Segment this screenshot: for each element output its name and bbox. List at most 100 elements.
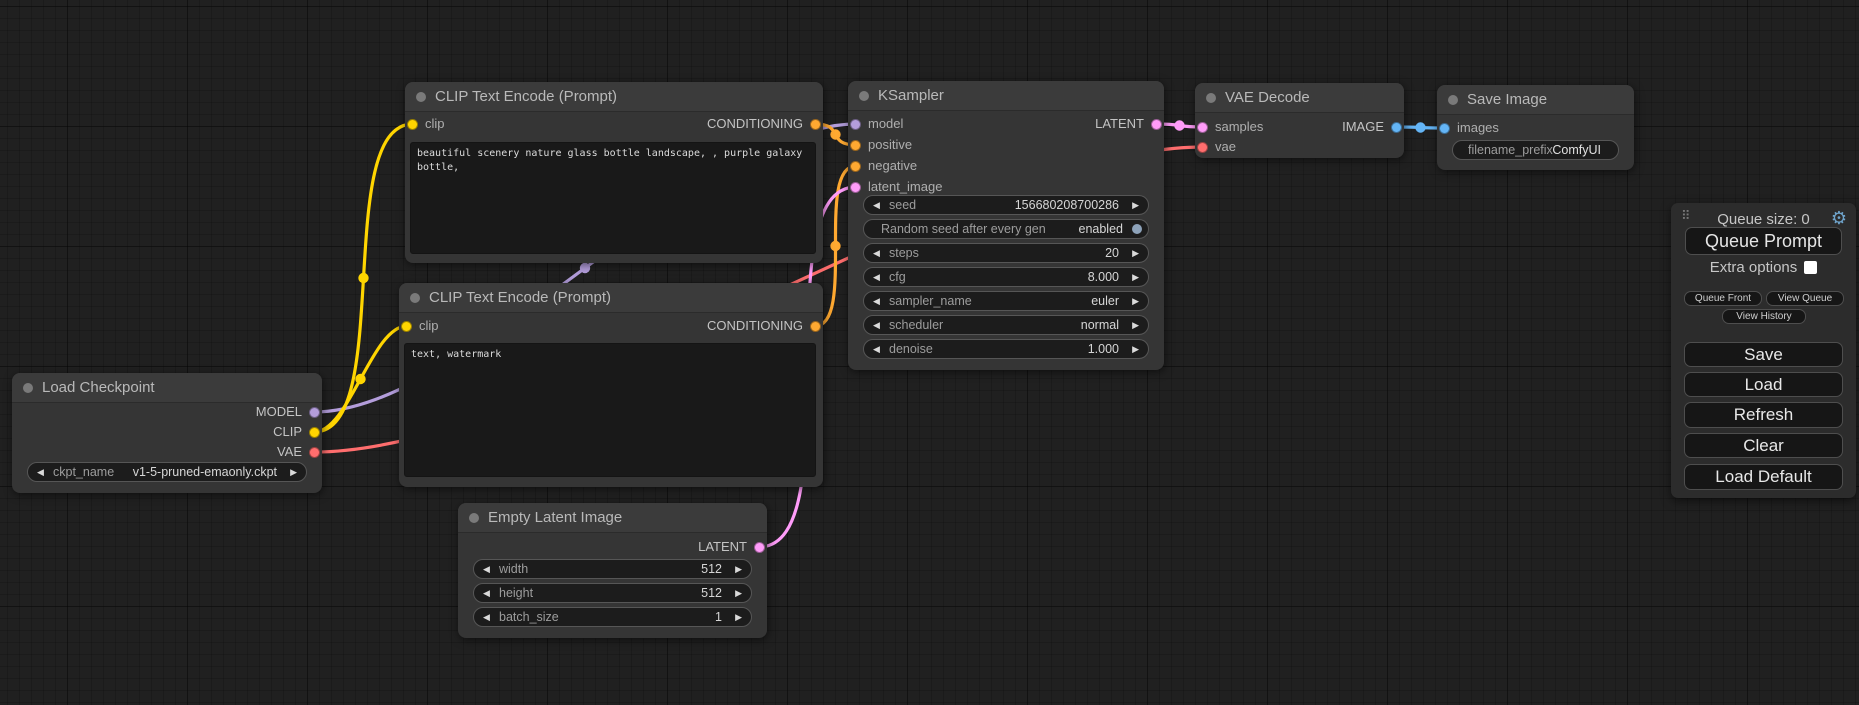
node-title-bar[interactable]: CLIP Text Encode (Prompt) [405, 82, 823, 112]
decrement-arrow-icon[interactable]: ◀ [873, 292, 880, 310]
decrement-arrow-icon[interactable]: ◀ [873, 244, 880, 262]
decrement-arrow-icon[interactable]: ◀ [483, 560, 490, 578]
view-history-button[interactable]: View History [1722, 309, 1806, 324]
widget-scheduler[interactable]: ◀schedulernormal▶ [863, 315, 1149, 335]
output-slot-CLIP[interactable] [309, 427, 320, 438]
increment-arrow-icon[interactable]: ▶ [1132, 268, 1139, 286]
widget-value: 512 [701, 584, 722, 602]
widget-steps[interactable]: ◀steps20▶ [863, 243, 1149, 263]
output-slot-CONDITIONING[interactable] [810, 321, 821, 332]
increment-arrow-icon[interactable]: ▶ [1132, 244, 1139, 262]
node-title-bar[interactable]: VAE Decode [1195, 83, 1404, 113]
node-clip-encode-1[interactable]: CLIP Text Encode (Prompt)clipCONDITIONIN… [405, 82, 823, 263]
widget-value: 20 [1105, 244, 1119, 262]
input-slot-images[interactable] [1439, 123, 1450, 134]
node-load-checkpoint[interactable]: Load CheckpointMODELCLIPVAE◀ckpt_namev1-… [12, 373, 322, 493]
decrement-arrow-icon[interactable]: ◀ [873, 340, 880, 358]
node-clip-encode-2[interactable]: CLIP Text Encode (Prompt)clipCONDITIONIN… [399, 283, 823, 487]
input-slot-model[interactable] [850, 119, 861, 130]
increment-arrow-icon[interactable]: ▶ [1132, 340, 1139, 358]
input-slot-clip[interactable] [401, 321, 412, 332]
input-slot-vae[interactable] [1197, 142, 1208, 153]
node-title: CLIP Text Encode (Prompt) [429, 283, 611, 312]
collapse-dot-icon[interactable] [1448, 95, 1458, 105]
node-title: KSampler [878, 81, 944, 110]
widget-label: denoise [889, 340, 933, 358]
increment-arrow-icon[interactable]: ▶ [735, 584, 742, 602]
collapse-dot-icon[interactable] [410, 293, 420, 303]
input-slot-positive[interactable] [850, 140, 861, 151]
output-slot-label: LATENT [698, 539, 747, 555]
link-midpoint-dot [1174, 120, 1184, 130]
output-slot-VAE[interactable] [309, 447, 320, 458]
output-slot-IMAGE[interactable] [1391, 122, 1402, 133]
collapse-dot-icon[interactable] [23, 383, 33, 393]
output-slot-MODEL[interactable] [309, 407, 320, 418]
widget-batch-size[interactable]: ◀batch_size1▶ [473, 607, 752, 627]
node-empty-latent[interactable]: Empty Latent ImageLATENT◀width512▶◀heigh… [458, 503, 767, 638]
decrement-arrow-icon[interactable]: ◀ [873, 316, 880, 334]
widget-random-seed-after-every-gen[interactable]: Random seed after every genenabled [863, 219, 1149, 239]
widget-height[interactable]: ◀height512▶ [473, 583, 752, 603]
toggle-indicator-icon[interactable] [1132, 224, 1142, 234]
refresh-button[interactable]: Refresh [1684, 402, 1843, 428]
node-title-bar[interactable]: Load Checkpoint [12, 373, 322, 403]
node-title-bar[interactable]: Save Image [1437, 85, 1634, 115]
collapse-dot-icon[interactable] [1206, 93, 1216, 103]
widget-label: scheduler [889, 316, 943, 334]
load-default-button[interactable]: Load Default [1684, 464, 1843, 490]
collapse-dot-icon[interactable] [859, 91, 869, 101]
widget-width[interactable]: ◀width512▶ [473, 559, 752, 579]
clear-button[interactable]: Clear [1684, 433, 1843, 458]
input-slot-label: latent_image [868, 179, 942, 195]
view-queue-button[interactable]: View Queue [1766, 291, 1844, 306]
load-button[interactable]: Load [1684, 372, 1843, 397]
increment-arrow-icon[interactable]: ▶ [1132, 316, 1139, 334]
input-slot-negative[interactable] [850, 161, 861, 172]
queue-front-button[interactable]: Queue Front [1684, 291, 1762, 306]
node-title-bar[interactable]: KSampler [848, 81, 1164, 111]
output-slot-CONDITIONING[interactable] [810, 119, 821, 130]
output-slot-LATENT[interactable] [754, 542, 765, 553]
widget-seed[interactable]: ◀seed156680208700286▶ [863, 195, 1149, 215]
widget-denoise[interactable]: ◀denoise1.000▶ [863, 339, 1149, 359]
decrement-arrow-icon[interactable]: ◀ [483, 584, 490, 602]
node-title-bar[interactable]: CLIP Text Encode (Prompt) [399, 283, 823, 313]
input-slot-samples[interactable] [1197, 122, 1208, 133]
node-save-image[interactable]: Save Imageimagesfilename_prefixComfyUI [1437, 85, 1634, 170]
widget-cfg[interactable]: ◀cfg8.000▶ [863, 267, 1149, 287]
widget-filename-prefix[interactable]: filename_prefixComfyUI [1452, 140, 1619, 160]
gear-icon[interactable]: ⚙ [1831, 208, 1847, 229]
widget-ckpt-name[interactable]: ◀ckpt_namev1-5-pruned-emaonly.ckpt▶ [27, 462, 307, 482]
queue-panel: ⠿ Queue size: 0 ⚙ Queue Prompt Extra opt… [1671, 203, 1856, 498]
input-slot-latent_image[interactable] [850, 182, 861, 193]
queue-prompt-button[interactable]: Queue Prompt [1685, 227, 1842, 255]
node-vae-decode[interactable]: VAE DecodesamplesvaeIMAGE [1195, 83, 1404, 158]
decrement-arrow-icon[interactable]: ◀ [873, 268, 880, 286]
collapse-dot-icon[interactable] [469, 513, 479, 523]
increment-arrow-icon[interactable]: ▶ [735, 560, 742, 578]
prompt-textarea[interactable]: text, watermark [404, 343, 816, 477]
widget-label: sampler_name [889, 292, 972, 310]
increment-arrow-icon[interactable]: ▶ [1132, 292, 1139, 310]
prompt-textarea[interactable]: beautiful scenery nature glass bottle la… [410, 142, 816, 254]
widget-label: width [499, 560, 528, 578]
decrement-arrow-icon[interactable]: ◀ [37, 463, 44, 481]
input-slot-clip[interactable] [407, 119, 418, 130]
decrement-arrow-icon[interactable]: ◀ [873, 196, 880, 214]
widget-sampler-name[interactable]: ◀sampler_nameeuler▶ [863, 291, 1149, 311]
collapse-dot-icon[interactable] [416, 92, 426, 102]
widget-label: Random seed after every gen [881, 220, 1046, 238]
node-ksampler[interactable]: KSamplermodelpositivenegativelatent_imag… [848, 81, 1164, 370]
output-slot-label: IMAGE [1342, 119, 1384, 135]
save-button[interactable]: Save [1684, 342, 1843, 367]
extra-options-checkbox[interactable] [1804, 261, 1817, 274]
decrement-arrow-icon[interactable]: ◀ [483, 608, 490, 626]
increment-arrow-icon[interactable]: ▶ [1132, 196, 1139, 214]
increment-arrow-icon[interactable]: ▶ [290, 463, 297, 481]
node-title-bar[interactable]: Empty Latent Image [458, 503, 767, 533]
output-slot-LATENT[interactable] [1151, 119, 1162, 130]
node-graph-canvas[interactable]: Load CheckpointMODELCLIPVAE◀ckpt_namev1-… [0, 0, 1859, 705]
increment-arrow-icon[interactable]: ▶ [735, 608, 742, 626]
output-slot-label: LATENT [1095, 116, 1144, 132]
